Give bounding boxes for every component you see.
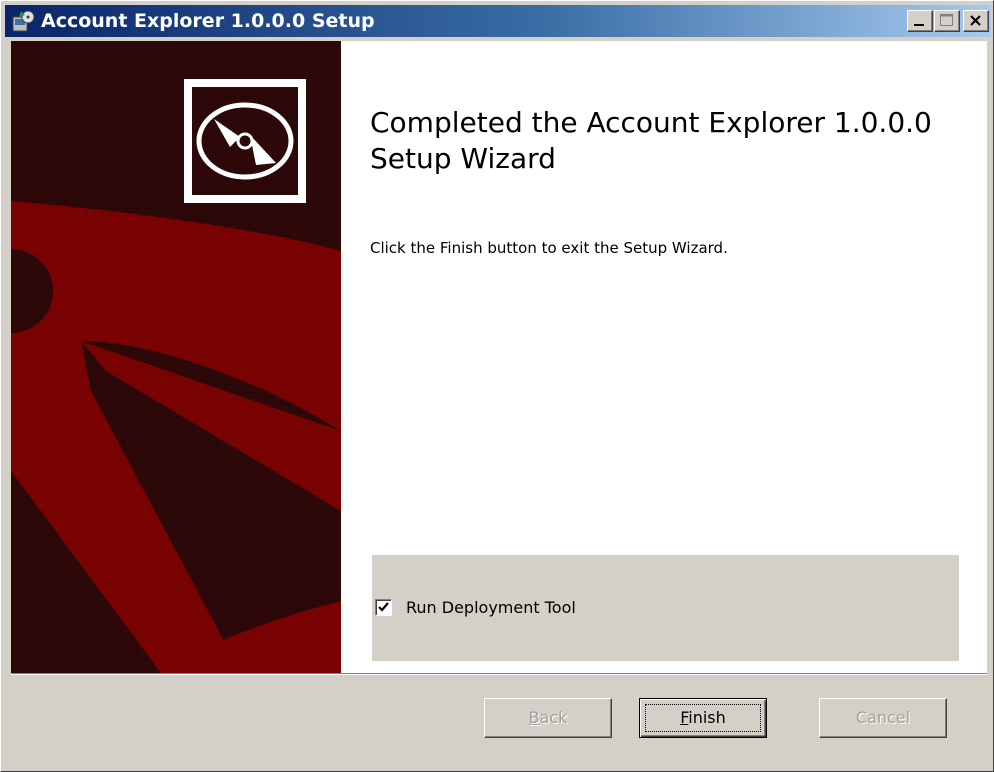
launch-option-panel: Run Deployment Tool (372, 555, 959, 661)
wizard-content: Completed the Account Explorer 1.0.0.0 S… (341, 41, 987, 673)
maximize-button[interactable] (934, 10, 960, 32)
separator-highlight (11, 674, 987, 675)
page-title: Completed the Account Explorer 1.0.0.0 S… (370, 106, 932, 175)
cancel-button-label: Cancel (855, 708, 911, 727)
finish-button-label: Finish (680, 708, 726, 727)
back-button[interactable]: Back (484, 698, 612, 738)
close-button[interactable] (963, 10, 989, 32)
setup-wizard-window: Account Explorer 1.0.0.0 Setup Completed… (0, 0, 994, 772)
back-button-label: Back (528, 708, 568, 727)
minimize-button[interactable] (907, 10, 933, 32)
instruction-text: Click the Finish button to exit the Setu… (370, 239, 728, 257)
window-title: Account Explorer 1.0.0.0 Setup (41, 10, 375, 32)
cd-disc-icon (184, 79, 306, 203)
title-bar[interactable]: Account Explorer 1.0.0.0 Setup (5, 5, 991, 37)
setup-installer-icon (11, 9, 35, 33)
wizard-banner (11, 41, 341, 673)
run-deployment-tool-label[interactable]: Run Deployment Tool (406, 598, 576, 617)
cancel-button[interactable]: Cancel (819, 698, 947, 738)
finish-button[interactable]: Finish (639, 698, 767, 738)
run-deployment-tool-checkbox[interactable] (375, 599, 392, 616)
